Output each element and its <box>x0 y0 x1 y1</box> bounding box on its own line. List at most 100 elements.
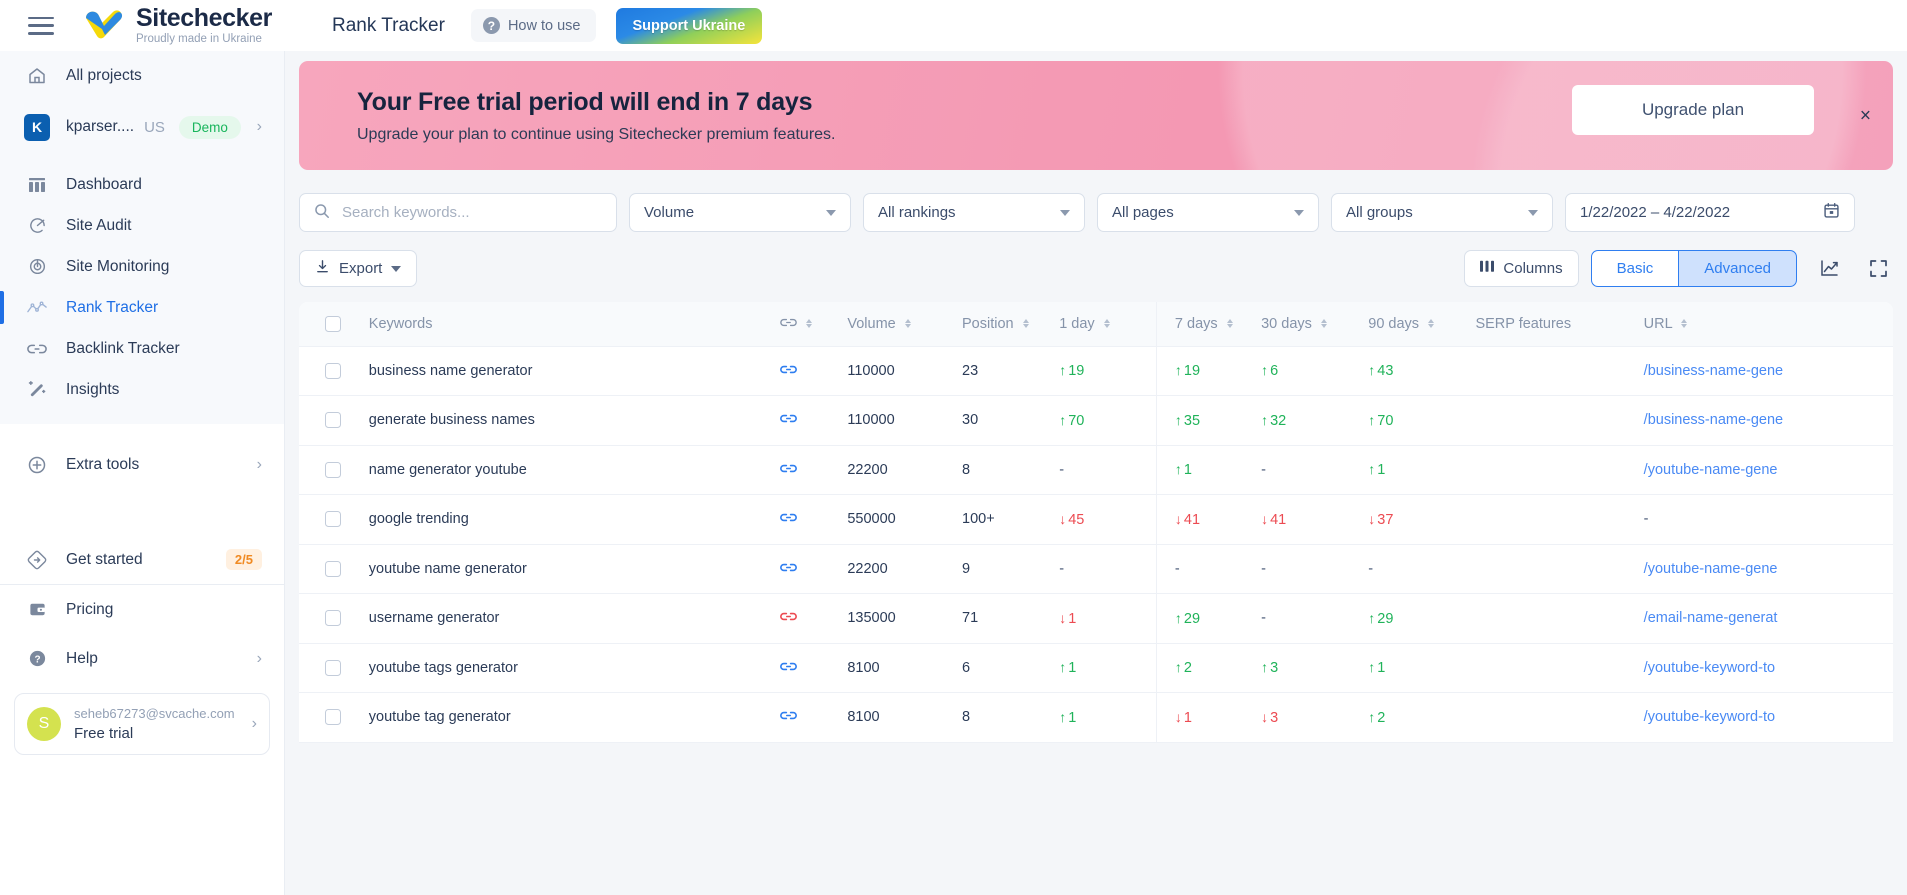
url-cell[interactable]: /email-name-generat <box>1643 593 1893 644</box>
chevron-right-icon[interactable]: › <box>257 118 262 136</box>
link-cell[interactable] <box>780 395 848 446</box>
link-cell[interactable] <box>780 643 848 693</box>
link-icon[interactable] <box>780 511 797 527</box>
table-row[interactable]: youtube tag generator 8100 8 ↑ 1 ↓ 1 ↓ 3 ↑ 2/yout… <box>299 692 1893 743</box>
sort-icon[interactable] <box>806 319 813 329</box>
groups-filter-select[interactable]: All groups <box>1331 193 1553 232</box>
sidebar-item-all-projects[interactable]: All projects <box>0 51 284 100</box>
sort-icon[interactable] <box>1226 319 1233 329</box>
search-input[interactable] <box>342 204 602 221</box>
sort-icon[interactable] <box>1681 319 1688 329</box>
volume-filter-select[interactable]: Volume <box>629 193 851 232</box>
row-checkbox[interactable] <box>325 560 341 577</box>
user-account-box[interactable]: S seheb67273@svcache.com Free trial › <box>14 693 270 755</box>
how-to-use-button[interactable]: ? How to use <box>470 9 596 42</box>
link-icon[interactable] <box>780 610 797 626</box>
link-icon[interactable] <box>780 561 797 577</box>
sort-icon[interactable] <box>904 319 911 329</box>
link-cell[interactable] <box>780 346 848 396</box>
search-input-wrapper[interactable] <box>299 193 617 232</box>
table-row[interactable]: youtube name generator 22200 9- - - -/youtub… <box>299 544 1893 594</box>
link-icon[interactable] <box>780 709 797 725</box>
sidebar-item-site-audit[interactable]: Site Audit <box>0 205 284 246</box>
url-cell[interactable]: /youtube-name-gene <box>1643 544 1893 594</box>
table-row[interactable]: username generator 135000 71 ↓ 1 ↑ 29 - ↑ 29/ema… <box>299 593 1893 644</box>
tab-advanced[interactable]: Advanced <box>1678 250 1797 287</box>
header-keywords[interactable]: Keywords <box>368 302 781 347</box>
link-cell[interactable] <box>780 445 848 495</box>
url-link[interactable]: /youtube-keyword-to <box>1644 660 1775 676</box>
sort-icon[interactable] <box>1022 319 1029 329</box>
link-cell[interactable] <box>780 494 848 545</box>
brand-logo-group[interactable]: Sitechecker Proudly made in Ukraine <box>82 5 272 46</box>
select-all-checkbox[interactable] <box>325 315 341 332</box>
link-icon[interactable] <box>780 412 797 428</box>
sidebar-item-site-monitoring[interactable]: Site Monitoring <box>0 246 284 287</box>
sort-icon[interactable] <box>1320 319 1327 329</box>
sort-icon[interactable] <box>1103 319 1110 329</box>
link-icon[interactable] <box>780 660 797 676</box>
close-icon[interactable]: × <box>1860 106 1871 125</box>
sidebar-item-pricing[interactable]: Pricing <box>0 585 284 634</box>
link-cell[interactable] <box>780 593 848 644</box>
url-cell[interactable]: - <box>1643 494 1893 545</box>
url-cell[interactable]: /business-name-gene <box>1643 395 1893 446</box>
header-90days[interactable]: 90 days <box>1368 302 1476 347</box>
link-cell[interactable] <box>780 544 848 594</box>
table-row[interactable]: name generator youtube 22200 8- ↑ 1- ↑ 1/yout… <box>299 445 1893 495</box>
url-link[interactable]: /youtube-keyword-to <box>1644 709 1775 725</box>
header-7days[interactable]: 7 days <box>1156 302 1262 347</box>
tab-basic[interactable]: Basic <box>1590 250 1679 287</box>
link-icon[interactable] <box>780 462 797 478</box>
sidebar-item-backlink-tracker[interactable]: Backlink Tracker <box>0 328 284 369</box>
url-link[interactable]: /youtube-name-gene <box>1644 561 1778 577</box>
hamburger-icon[interactable] <box>28 16 54 35</box>
row-checkbox[interactable] <box>325 610 341 627</box>
line-chart-icon[interactable] <box>1815 254 1845 284</box>
sidebar-item-dashboard[interactable]: Dashboard <box>0 164 284 205</box>
rankings-filter-select[interactable]: All rankings <box>863 193 1085 232</box>
table-row[interactable]: business name generator 110000 23 ↑ 19 ↑ 19 ↑ 6… <box>299 346 1893 396</box>
table-row[interactable]: youtube tags generator 8100 6 ↑ 1 ↑ 2 ↑ 3 ↑ 1/you… <box>299 643 1893 693</box>
url-cell[interactable]: /business-name-gene <box>1643 346 1893 396</box>
upgrade-plan-button[interactable]: Upgrade plan <box>1572 85 1814 135</box>
header-volume[interactable]: Volume <box>847 302 962 347</box>
header-1day[interactable]: 1 day <box>1059 302 1157 347</box>
chevron-right-icon[interactable]: › <box>257 650 262 668</box>
row-checkbox[interactable] <box>325 511 341 528</box>
url-link[interactable]: /business-name-gene <box>1644 363 1783 379</box>
row-checkbox[interactable] <box>325 709 341 726</box>
date-range-picker[interactable]: 1/22/2022 – 4/22/2022 <box>1565 193 1855 232</box>
columns-button[interactable]: Columns <box>1464 250 1579 287</box>
pages-filter-select[interactable]: All pages <box>1097 193 1319 232</box>
header-30days[interactable]: 30 days <box>1261 302 1369 347</box>
chevron-right-icon[interactable]: › <box>257 456 262 474</box>
url-link[interactable]: /email-name-generat <box>1644 610 1778 626</box>
table-row[interactable]: google trending 550000 100+ ↓ 45 ↓ 41 ↓ 41 ↓ 37 - <box>299 494 1893 545</box>
support-ukraine-button[interactable]: Support Ukraine <box>615 7 763 44</box>
sort-icon[interactable] <box>1428 319 1435 329</box>
sidebar-item-rank-tracker[interactable]: Rank Tracker <box>0 287 284 328</box>
chevron-right-icon[interactable]: › <box>252 715 257 733</box>
sidebar-item-project[interactable]: K kparser.... US Demo › <box>0 100 284 154</box>
header-url[interactable]: URL <box>1643 302 1893 347</box>
link-cell[interactable] <box>780 692 848 743</box>
link-icon[interactable] <box>780 363 797 379</box>
sidebar-item-help[interactable]: ? Help › <box>0 634 284 683</box>
row-checkbox[interactable] <box>325 659 341 676</box>
row-checkbox[interactable] <box>325 461 341 478</box>
fullscreen-icon[interactable] <box>1863 254 1893 284</box>
row-checkbox[interactable] <box>325 362 341 379</box>
header-link[interactable] <box>780 302 848 347</box>
url-link[interactable]: /youtube-name-gene <box>1644 462 1778 478</box>
row-checkbox[interactable] <box>325 412 341 429</box>
table-row[interactable]: generate business names 110000 30 ↑ 70 ↑ 35 ↑ 3… <box>299 395 1893 446</box>
url-cell[interactable]: /youtube-keyword-to <box>1643 692 1893 743</box>
sidebar-item-extra-tools[interactable]: Extra tools › <box>0 440 284 489</box>
url-link[interactable]: /business-name-gene <box>1644 412 1783 428</box>
sidebar-item-get-started[interactable]: Get started 2/5 <box>0 535 284 584</box>
export-button[interactable]: Export <box>299 250 418 287</box>
url-cell[interactable]: /youtube-name-gene <box>1643 445 1893 495</box>
sidebar-item-insights[interactable]: Insights <box>0 369 284 410</box>
url-cell[interactable]: /youtube-keyword-to <box>1643 643 1893 693</box>
